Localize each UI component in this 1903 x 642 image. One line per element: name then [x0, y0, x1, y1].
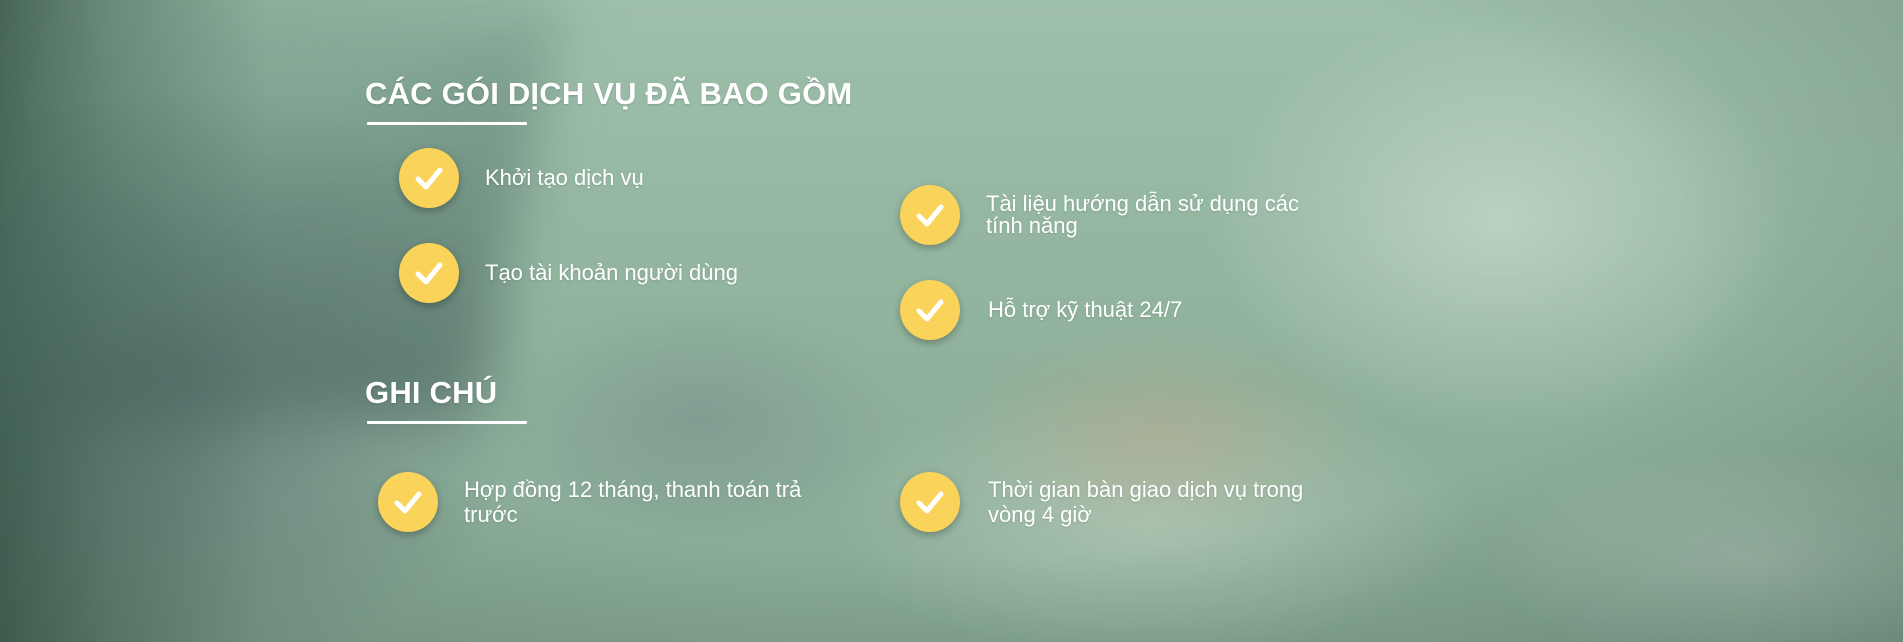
check-circle-icon: [399, 148, 459, 208]
check-circle-icon: [900, 472, 960, 532]
service-item: Khởi tạo dịch vụ: [399, 148, 644, 208]
check-circle-icon: [900, 185, 960, 245]
banner-content: CÁC GÓI DỊCH VỤ ĐÃ BAO GỒM Khởi tạo dịch…: [0, 0, 1903, 642]
services-title-underline: [367, 122, 527, 125]
service-item-label: Tạo tài khoản người dùng: [485, 260, 738, 285]
services-banner: CÁC GÓI DỊCH VỤ ĐÃ BAO GỒM Khởi tạo dịch…: [0, 0, 1903, 642]
check-circle-icon: [900, 280, 960, 340]
note-item-label: Hợp đồng 12 tháng, thanh toán trả trước: [464, 477, 802, 527]
service-item: Tạo tài khoản người dùng: [399, 243, 738, 303]
note-item: Thời gian bàn giao dịch vụ trong vòng 4 …: [900, 472, 1333, 532]
service-item: Hỗ trợ kỹ thuật 24/7: [900, 280, 1182, 340]
notes-title-underline: [367, 421, 527, 424]
service-item-label: Khởi tạo dịch vụ: [485, 165, 644, 190]
notes-title: GHI CHÚ: [365, 375, 498, 410]
check-circle-icon: [399, 243, 459, 303]
note-item: Hợp đồng 12 tháng, thanh toán trả trước: [378, 472, 804, 532]
service-item-label: Tài liệu hướng dẫn sử dụng các tính năng: [986, 191, 1299, 238]
services-title: CÁC GÓI DỊCH VỤ ĐÃ BAO GỒM: [365, 76, 853, 111]
service-item: Tài liệu hướng dẫn sử dụng các tính năng: [900, 185, 1331, 245]
note-item-label: Thời gian bàn giao dịch vụ trong vòng 4 …: [988, 477, 1304, 527]
check-circle-icon: [378, 472, 438, 532]
service-item-label: Hỗ trợ kỹ thuật 24/7: [988, 297, 1183, 322]
